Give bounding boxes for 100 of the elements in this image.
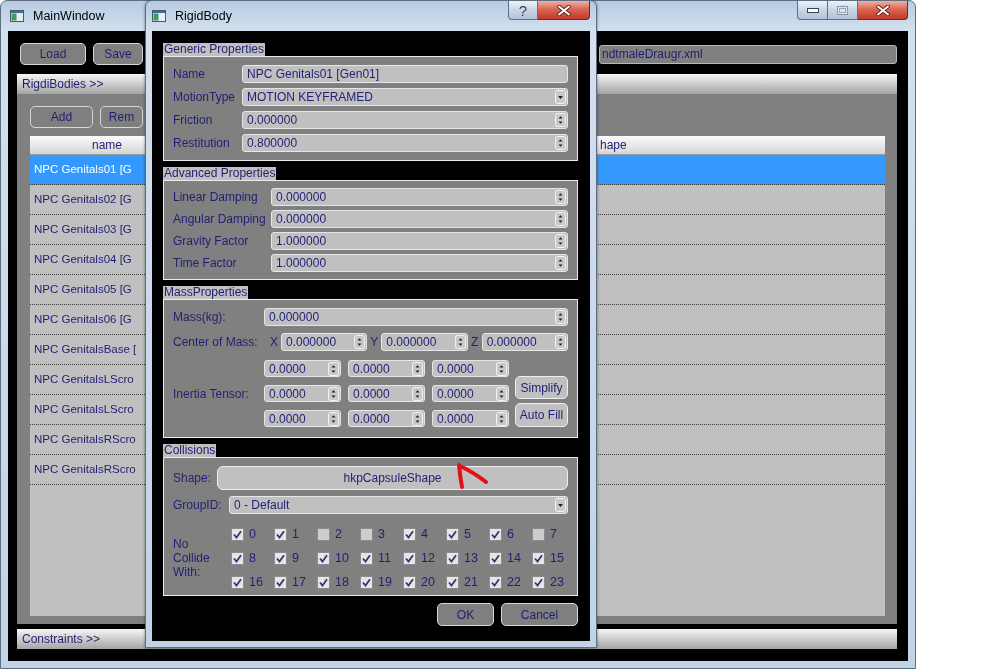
window-title: RigidBody xyxy=(175,9,232,23)
table-cell[interactable]: NPC GenitalsRScro xyxy=(30,425,143,454)
checkbox-label: 3 xyxy=(378,527,385,541)
checkbox-label: 17 xyxy=(292,575,306,589)
column-header[interactable]: name xyxy=(30,136,143,154)
checkbox[interactable] xyxy=(317,575,330,589)
text-field[interactable]: NPC Genitals01 [Gen01] xyxy=(242,65,568,83)
checkbox-label: 23 xyxy=(550,575,564,589)
spin-arrows-icon xyxy=(555,136,566,150)
checkbox[interactable] xyxy=(446,551,459,565)
panel-button[interactable]: Add xyxy=(30,106,93,128)
checkbox[interactable] xyxy=(532,575,545,589)
dialog-button[interactable]: Simplify xyxy=(515,376,568,399)
checkbox[interactable] xyxy=(231,551,244,565)
spin-box[interactable]: 0.000000 xyxy=(271,188,568,206)
close-button[interactable] xyxy=(538,1,590,20)
section-header[interactable]: Constraints >> xyxy=(22,629,101,649)
spin-box[interactable]: 0.0000 xyxy=(264,360,341,377)
table-cell[interactable]: NPC GenitalsLScro xyxy=(30,395,143,424)
checkbox[interactable] xyxy=(274,575,287,589)
group-title: Collisions xyxy=(163,444,217,457)
table-cell[interactable]: NPC GenitalsRScro xyxy=(30,455,143,484)
checkbox[interactable] xyxy=(274,527,287,541)
checkbox-label: 14 xyxy=(507,551,521,565)
checkbox[interactable] xyxy=(446,527,459,541)
toolbar-button[interactable]: Save xyxy=(93,43,143,65)
spin-box[interactable]: 0.0000 xyxy=(432,410,509,427)
table-cell[interactable]: NPC GenitalsLScro xyxy=(30,365,143,394)
spin-arrows-icon xyxy=(555,212,566,226)
spin-box[interactable]: 0.0000 xyxy=(432,385,509,402)
spin-box[interactable]: 0.0000 xyxy=(264,410,341,427)
checkbox-label: 0 xyxy=(249,527,256,541)
spin-box[interactable]: 1.000000 xyxy=(271,254,568,272)
checkbox[interactable] xyxy=(274,551,287,565)
checkbox[interactable] xyxy=(532,527,545,541)
close-icon xyxy=(875,4,890,16)
spin-box[interactable]: 0.000000 xyxy=(271,210,568,228)
minimize-button[interactable] xyxy=(797,1,828,20)
checkbox[interactable] xyxy=(446,575,459,589)
checkbox[interactable] xyxy=(403,551,416,565)
spin-box[interactable]: 0.0000 xyxy=(348,360,425,377)
spin-box[interactable]: 0.000000 xyxy=(381,333,468,351)
checkbox-label: 9 xyxy=(292,551,299,565)
checkbox[interactable] xyxy=(231,527,244,541)
checkbox[interactable] xyxy=(360,551,373,565)
toolbar-button[interactable]: Load xyxy=(20,43,86,65)
group-title: Generic Properties xyxy=(163,43,266,56)
column-header[interactable]: hape xyxy=(600,136,885,154)
spin-arrows-icon xyxy=(412,411,423,426)
checkbox[interactable] xyxy=(489,551,502,565)
axis-label: Z xyxy=(470,335,480,349)
spin-box[interactable]: 0.0000 xyxy=(348,385,425,402)
spin-arrows-icon xyxy=(412,361,423,376)
checkbox[interactable] xyxy=(317,527,330,541)
checkbox[interactable] xyxy=(231,575,244,589)
spin-box[interactable]: 0.800000 xyxy=(242,134,568,152)
checkbox[interactable] xyxy=(489,527,502,541)
field-label: Inertia Tensor: xyxy=(173,386,250,401)
spin-box[interactable]: 0.000000 xyxy=(242,111,568,129)
table-cell[interactable]: NPC Genitals04 [G xyxy=(30,245,143,274)
field-label: Friction xyxy=(173,113,214,127)
spin-box[interactable]: 0.000000 xyxy=(481,333,568,351)
file-path-field[interactable]: ndtmaleDraugr.xml xyxy=(599,44,897,64)
spin-arrows-icon xyxy=(555,310,566,324)
dropdown[interactable]: MOTION KEYFRAMED xyxy=(242,88,568,106)
field-label: Shape: xyxy=(173,471,213,485)
dialog-button[interactable]: Auto Fill xyxy=(515,403,568,427)
field-label: No Collide With: xyxy=(173,537,211,579)
shape-button[interactable]: hkpCapsuleShape xyxy=(217,466,568,490)
field-label: Time Factor xyxy=(173,256,238,270)
checkbox-label: 15 xyxy=(550,551,564,565)
spin-arrows-icon xyxy=(454,335,466,349)
table-cell[interactable]: NPC GenitalsBase [ xyxy=(30,335,143,364)
maximize-button[interactable] xyxy=(828,1,858,20)
checkbox[interactable] xyxy=(489,575,502,589)
checkbox[interactable] xyxy=(360,575,373,589)
dropdown[interactable]: 0 - Default xyxy=(229,496,568,514)
spin-arrows-icon xyxy=(412,386,423,401)
checkbox[interactable] xyxy=(403,575,416,589)
checkbox[interactable] xyxy=(403,527,416,541)
spin-box[interactable]: 0.0000 xyxy=(348,410,425,427)
table-cell[interactable]: NPC Genitals03 [G xyxy=(30,215,143,244)
close-button[interactable] xyxy=(858,1,908,20)
spin-box[interactable]: 0.0000 xyxy=(264,385,341,402)
spin-box[interactable]: 0.000000 xyxy=(281,333,368,351)
checkbox[interactable] xyxy=(532,551,545,565)
dialog-button[interactable]: OK xyxy=(437,603,494,626)
checkbox[interactable] xyxy=(360,527,373,541)
table-cell[interactable]: NPC Genitals06 [G xyxy=(30,305,143,334)
spin-box[interactable]: 0.000000 xyxy=(264,308,568,326)
checkbox[interactable] xyxy=(317,551,330,565)
table-cell[interactable]: NPC Genitals02 [G xyxy=(30,185,143,214)
table-cell[interactable]: NPC Genitals05 [G xyxy=(30,275,143,304)
help-button[interactable]: ? xyxy=(508,1,538,20)
spin-arrows-icon xyxy=(328,361,339,376)
spin-box[interactable]: 0.0000 xyxy=(432,360,509,377)
field-label: Name xyxy=(173,67,206,81)
section-header[interactable]: RigdiBodies >> xyxy=(22,74,104,94)
spin-box[interactable]: 1.000000 xyxy=(271,232,568,250)
checkbox-label: 22 xyxy=(507,575,521,589)
